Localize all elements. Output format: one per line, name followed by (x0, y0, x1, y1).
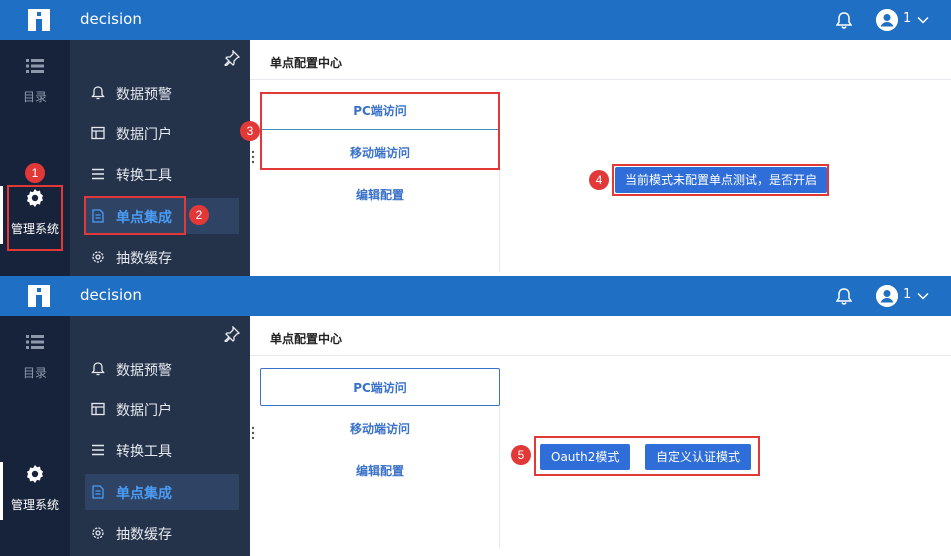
app-title: decision (80, 286, 142, 304)
main-content: 单点配置中心 PC端访问 移动端访问 编辑配置 当前模式未配置单点测试，是否开启 (250, 40, 951, 276)
document-icon (92, 209, 104, 223)
tab-pc-access[interactable]: PC端访问 (260, 92, 500, 130)
app-title: decision (80, 10, 142, 28)
rail-label: 管理系统 (10, 498, 59, 512)
drag-handle-icon[interactable] (251, 426, 255, 440)
logo-icon (28, 285, 50, 307)
menu-label: 数据门户 (116, 403, 172, 419)
list-lines-icon (92, 168, 104, 180)
oauth2-mode-button[interactable]: Oauth2模式 (540, 444, 631, 470)
menu-label: 抽数缓存 (116, 251, 172, 267)
tab-edit-config[interactable]: 编辑配置 (260, 452, 500, 490)
rail-item-admin[interactable]: 管理系统 (0, 456, 70, 526)
top-bar: decision 1 (0, 276, 951, 316)
sso-tab-list: PC端访问 移动端访问 编辑配置 (260, 92, 500, 272)
content-header (250, 40, 951, 80)
menu-label: 抽数缓存 (116, 527, 172, 543)
pin-icon[interactable] (224, 50, 240, 66)
rail-label: 目录 (22, 366, 47, 380)
user-name[interactable]: 1 (903, 11, 911, 26)
custom-auth-mode-button[interactable]: 自定义认证模式 (645, 444, 752, 470)
gear-icon (27, 465, 43, 483)
annotation-marker-2: 2 (189, 205, 209, 225)
rail-item-catalog[interactable]: 目录 (0, 48, 70, 118)
page-title: 单点配置中心 (270, 56, 343, 70)
primary-rail: 目录 管理系统 (0, 40, 70, 276)
list-icon (26, 335, 44, 349)
notification-bell-icon[interactable] (836, 287, 852, 305)
menu-item-data-portal[interactable]: 数据门户 (85, 391, 239, 427)
drag-handle-icon[interactable] (251, 150, 255, 164)
user-avatar[interactable] (876, 285, 898, 307)
chevron-down-icon[interactable] (916, 13, 930, 27)
tab-mobile-access[interactable]: 移动端访问 (260, 410, 500, 448)
secondary-menu: 数据预警 数据门户 转换工具 单点集成 抽数缓存 (70, 316, 250, 556)
annotation-marker-5: 5 (511, 445, 531, 465)
tab-pc-access[interactable]: PC端访问 (260, 368, 500, 406)
annotation-marker-1: 1 (25, 163, 45, 183)
content-header (250, 316, 951, 356)
menu-item-conversion-tool[interactable]: 转换工具 (85, 432, 239, 468)
bell-icon (91, 362, 105, 376)
menu-item-data-portal[interactable]: 数据门户 (85, 115, 239, 151)
menu-item-conversion-tool[interactable]: 转换工具 (85, 156, 239, 192)
screenshot-panel-1: decision 1 目录 管理系统 数据预警 数据门户 转换工具 单点集成 抽… (0, 0, 951, 276)
sso-tab-list: PC端访问 移动端访问 编辑配置 (260, 368, 500, 548)
menu-label: 单点集成 (116, 210, 172, 226)
secondary-menu: 数据预警 数据门户 转换工具 单点集成 抽数缓存 (70, 40, 250, 276)
rail-label: 目录 (22, 90, 47, 104)
screenshot-panel-2: decision 1 目录 管理系统 数据预警 数据门户 转换工具 单点集成 抽… (0, 276, 951, 556)
menu-item-extract-cache[interactable]: 抽数缓存 (85, 515, 239, 551)
list-icon (26, 59, 44, 73)
rail-item-admin[interactable]: 管理系统 (0, 180, 70, 250)
gear-icon (27, 189, 43, 207)
pin-icon[interactable] (224, 326, 240, 342)
bell-icon (91, 86, 105, 100)
page-title: 单点配置中心 (270, 332, 343, 346)
menu-label: 单点集成 (116, 486, 172, 502)
menu-item-sso-integration[interactable]: 单点集成 (85, 198, 239, 234)
menu-item-data-alert[interactable]: 数据预警 (85, 351, 239, 387)
menu-label: 转换工具 (116, 444, 172, 460)
primary-rail: 目录 管理系统 (0, 316, 70, 556)
chevron-down-icon[interactable] (916, 289, 930, 303)
main-content: 单点配置中心 PC端访问 移动端访问 编辑配置 Oauth2模式 自定义认证模式 (250, 316, 951, 556)
tab-edit-config[interactable]: 编辑配置 (260, 176, 500, 214)
annotation-marker-3: 3 (240, 121, 260, 141)
list-lines-icon (92, 444, 104, 456)
portal-icon (91, 126, 105, 140)
rail-label: 管理系统 (10, 222, 59, 236)
tab-mobile-access[interactable]: 移动端访问 (260, 134, 500, 172)
menu-label: 数据预警 (116, 87, 172, 103)
menu-label: 数据预警 (116, 363, 172, 379)
menu-label: 转换工具 (116, 168, 172, 184)
user-avatar[interactable] (876, 9, 898, 31)
gear-small-icon (92, 527, 104, 539)
portal-icon (91, 402, 105, 416)
logo-icon (28, 9, 50, 31)
gear-small-icon (92, 251, 104, 263)
annotation-marker-4: 4 (589, 170, 609, 190)
menu-item-data-alert[interactable]: 数据预警 (85, 75, 239, 111)
notification-bell-icon[interactable] (836, 11, 852, 29)
menu-item-extract-cache[interactable]: 抽数缓存 (85, 239, 239, 275)
menu-item-sso-integration[interactable]: 单点集成 (85, 474, 239, 510)
enable-sso-test-button[interactable]: 当前模式未配置单点测试，是否开启 (615, 167, 828, 193)
top-bar: decision 1 (0, 0, 951, 40)
menu-label: 数据门户 (116, 127, 172, 143)
user-name[interactable]: 1 (903, 287, 911, 302)
document-icon (92, 485, 104, 499)
rail-item-catalog[interactable]: 目录 (0, 324, 70, 394)
